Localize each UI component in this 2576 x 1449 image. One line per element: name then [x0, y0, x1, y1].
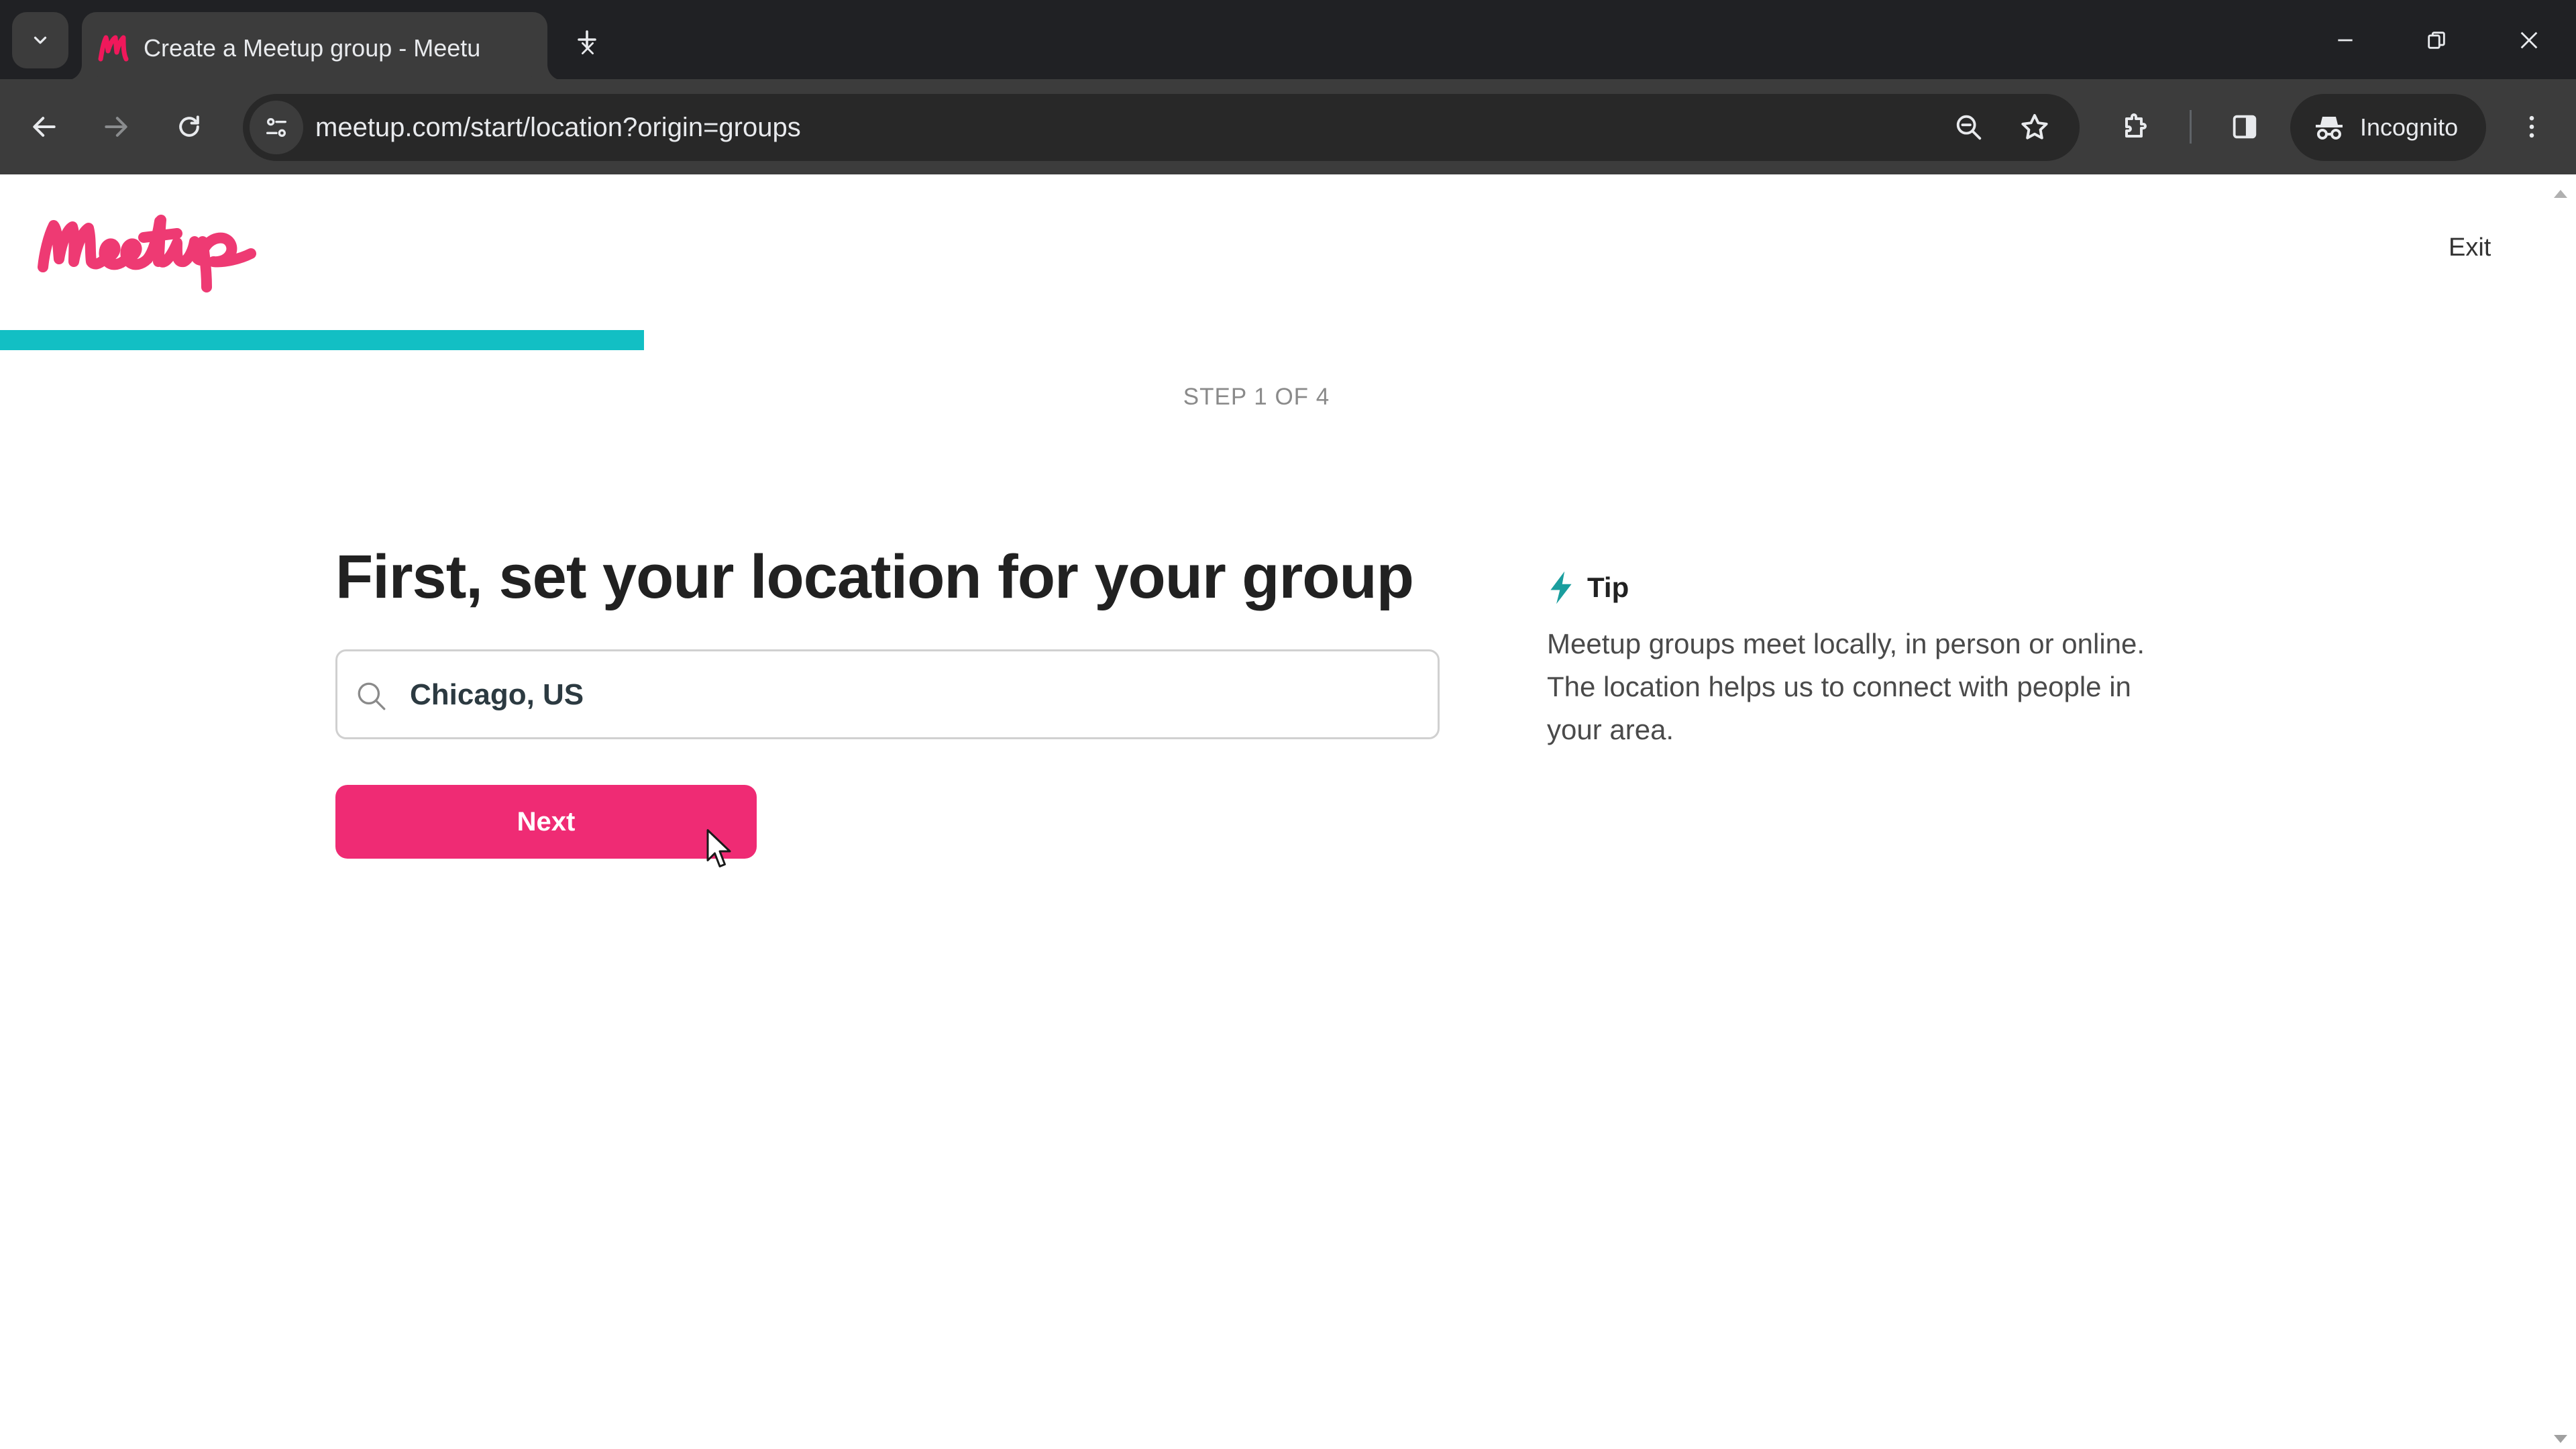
tip-title: Tip	[1587, 572, 1629, 603]
restore-button[interactable]	[2410, 15, 2463, 66]
site-info-button[interactable]	[250, 101, 303, 154]
bookmark-button[interactable]	[2010, 103, 2059, 152]
scroll-down-arrow-icon[interactable]	[2553, 1434, 2568, 1444]
reload-icon	[179, 115, 199, 137]
browser-toolbar: meetup.com/start/location?origin=groups …	[0, 79, 2576, 174]
restore-icon	[2428, 32, 2445, 49]
tip-header: Tip	[1547, 569, 2191, 606]
tab-search-button[interactable]	[12, 12, 68, 68]
tip-body: Meetup groups meet locally, in person or…	[1547, 628, 2145, 745]
browser-tabstrip: Create a Meetup group - Meetu	[0, 0, 2576, 80]
back-button[interactable]	[20, 103, 68, 151]
meetup-favicon-icon	[98, 35, 129, 62]
progress-bar-fill	[0, 330, 644, 350]
mouse-cursor-icon	[706, 829, 731, 867]
close-window-button[interactable]	[2502, 15, 2556, 66]
search-icon	[358, 682, 386, 710]
close-icon	[2520, 32, 2538, 49]
meetup-logo[interactable]	[35, 212, 260, 292]
browser-tab-active[interactable]: Create a Meetup group - Meetu	[82, 12, 594, 80]
tune-icon	[266, 117, 286, 138]
browser-menu-button[interactable]	[2508, 103, 2556, 151]
url-text[interactable]: meetup.com/start/location?origin=groups	[315, 109, 801, 146]
minimize-button[interactable]	[2318, 15, 2372, 66]
zoom-out-icon	[1956, 115, 1982, 140]
arrow-left-icon	[33, 117, 56, 137]
puzzle-icon	[2125, 113, 2147, 138]
plus-icon	[578, 30, 596, 49]
kebab-icon	[2529, 115, 2534, 138]
toolbar-divider	[2190, 110, 2192, 144]
scroll-up-arrow-icon[interactable]	[2553, 189, 2568, 199]
side-panel-icon	[2233, 115, 2257, 139]
forward-button[interactable]	[92, 103, 140, 151]
page-title: First, set your location for your group	[335, 543, 1414, 611]
next-button[interactable]: Next	[335, 785, 757, 859]
lightning-icon	[1550, 571, 1572, 604]
side-panel-button[interactable]	[2220, 103, 2269, 151]
incognito-indicator[interactable]: Incognito	[2290, 94, 2486, 161]
arrow-right-icon	[105, 117, 127, 137]
location-search-field[interactable]	[335, 649, 1440, 739]
incognito-label: Incognito	[2360, 113, 2459, 141]
page-content: Exit STEP 1 OF 4 First, set your locatio…	[0, 174, 2576, 1449]
exit-link[interactable]: Exit	[2449, 233, 2491, 262]
new-tab-button[interactable]	[570, 23, 604, 56]
address-bar[interactable]: meetup.com/start/location?origin=groups	[243, 94, 2080, 161]
extensions-button[interactable]	[2112, 103, 2160, 151]
tab-title: Create a Meetup group - Meetu	[144, 34, 481, 62]
location-input[interactable]	[409, 665, 1415, 725]
incognito-icon	[2310, 109, 2348, 146]
progress-bar	[0, 330, 2576, 350]
step-indicator: STEP 1 OF 4	[1183, 384, 1330, 410]
tip-panel: Tip Meetup groups meet locally, in perso…	[1547, 569, 2191, 751]
reload-button[interactable]	[165, 103, 213, 151]
chevron-down-icon	[34, 36, 47, 44]
zoom-indicator-button[interactable]	[1945, 103, 1993, 152]
minimize-icon	[2338, 39, 2353, 42]
star-icon	[2021, 114, 2048, 140]
